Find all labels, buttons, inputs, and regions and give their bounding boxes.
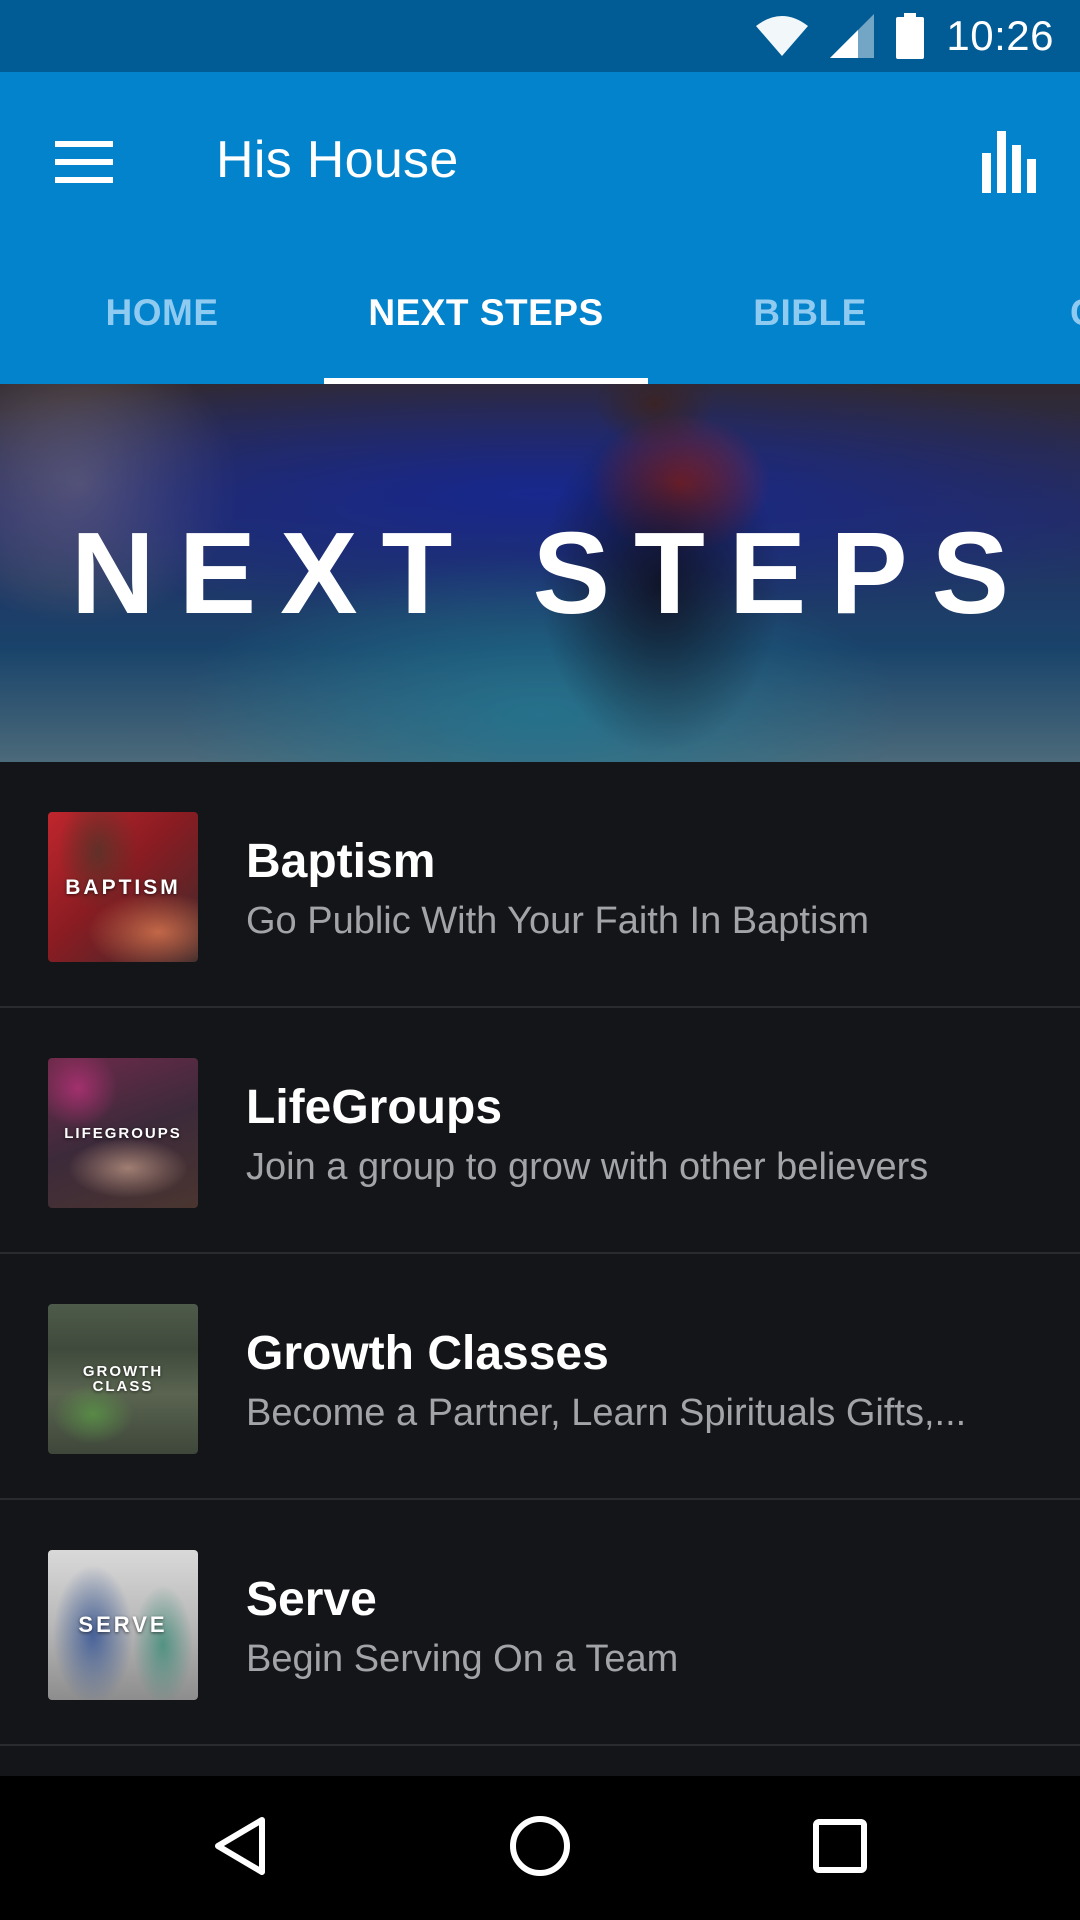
list-item-subtitle: Begin Serving On a Team [246,1638,679,1680]
tab-partial[interactable]: C [1056,242,1080,384]
recents-button[interactable] [790,1798,890,1898]
list-item-subtitle: Join a group to grow with other believer… [246,1146,929,1188]
hamburger-menu-icon [55,140,113,188]
cell-signal-icon [830,14,875,58]
status-time: 10:26 [946,12,1054,59]
thumbnail-label: LIFEGROUPS [64,1124,182,1142]
app-bar: His House HOME NEXT STEPS BIBLE C [0,72,1080,384]
thumbnail-label: SERVE [78,1612,168,1637]
thumbnail-serve: SERVE [48,1550,198,1700]
back-button[interactable] [190,1798,290,1898]
tab-home[interactable]: HOME [0,242,324,384]
thumbnail-lifegroups: LIFEGROUPS [48,1058,198,1208]
list-item-title: LifeGroups [246,1081,503,1134]
home-button[interactable] [490,1798,590,1898]
hero-title: NEXT STEPS [71,508,1033,638]
home-icon [509,1815,571,1882]
tab-next-steps[interactable]: NEXT STEPS [324,242,648,384]
list-item-title: Serve [246,1573,377,1626]
status-bar: 10:26 [0,0,1080,72]
next-steps-list: BAPTISM Baptism Go Public With Your Fait… [0,762,1080,1746]
list-item-title: Growth Classes [246,1327,609,1380]
back-icon [212,1816,268,1881]
list-item-subtitle: Become a Partner, Learn Spirituals Gifts… [246,1392,967,1434]
list-item-title: Baptism [246,835,436,888]
list-item-subtitle: Go Public With Your Faith In Baptism [246,900,870,942]
menu-button[interactable] [36,116,132,212]
bar-chart-icon [982,130,1038,198]
tab-bible[interactable]: BIBLE [648,242,972,384]
thumbnail-label: GROWTH CLASS [82,1363,164,1395]
list-item-serve[interactable]: SERVE Serve Begin Serving On a Team [0,1500,1080,1746]
thumbnail-growth-classes: GROWTH CLASS [48,1304,198,1454]
stats-button[interactable] [962,116,1058,212]
thumbnail-baptism: BAPTISM [48,812,198,962]
app-title: His House [216,131,459,189]
hero-banner: NEXT STEPS [0,384,1080,762]
wifi-icon [756,16,809,56]
tab-bar: HOME NEXT STEPS BIBLE C [0,242,1080,384]
list-item-baptism[interactable]: BAPTISM Baptism Go Public With Your Fait… [0,762,1080,1008]
toolbar: His House [0,72,1080,242]
thumbnail-label: BAPTISM [65,875,181,899]
recents-icon [813,1818,867,1878]
battery-icon [896,13,925,59]
list-item-lifegroups[interactable]: LIFEGROUPS LifeGroups Join a group to gr… [0,1008,1080,1254]
list-item-growth-classes[interactable]: GROWTH CLASS Growth Classes Become a Par… [0,1254,1080,1500]
navigation-bar [0,1776,1080,1920]
